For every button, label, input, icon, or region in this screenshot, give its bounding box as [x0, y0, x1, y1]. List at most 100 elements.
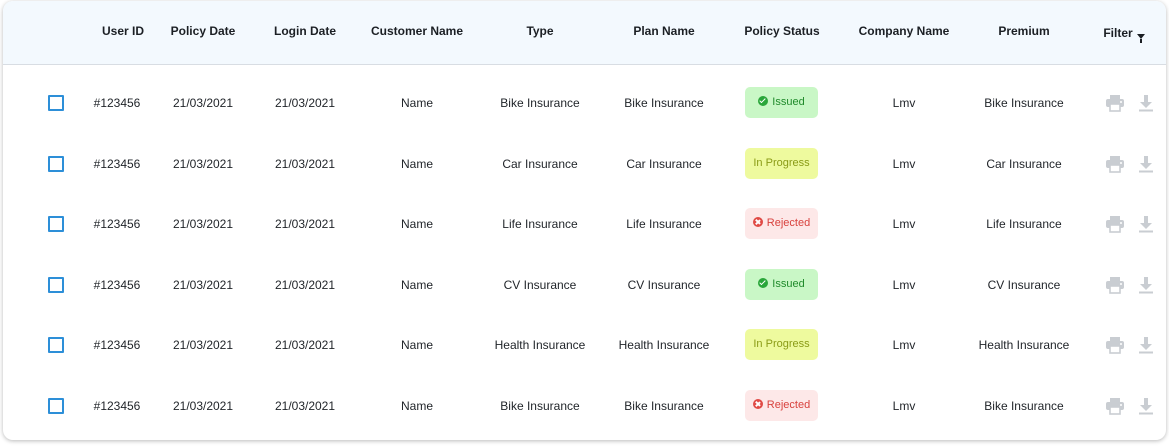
premium-cell: Health Insurance: [978, 338, 1070, 353]
type-cell: Car Insurance: [502, 156, 578, 171]
printer-icon[interactable]: [1103, 255, 1127, 315]
status-badge: Issued: [745, 268, 818, 300]
column-header-policy-status: Policy Status: [744, 24, 820, 38]
company-name-cell: Lmv: [892, 156, 916, 171]
status-badge: In Progress: [745, 147, 818, 179]
printer-icon[interactable]: [1103, 194, 1127, 254]
company-name-cell: Lmv: [892, 217, 916, 232]
column-header-user-id: User ID: [101, 24, 145, 38]
login-date-cell: 21/03/2021: [274, 96, 336, 110]
policy-date-cell: 21/03/2021: [172, 96, 234, 110]
login-date-cell: 21/03/2021: [274, 338, 336, 353]
download-icon[interactable]: [1135, 134, 1157, 194]
column-header-type: Type: [526, 24, 554, 38]
policy-date-cell: 21/03/2021: [172, 156, 234, 171]
user-id-cell: #123456: [93, 338, 141, 353]
login-date-cell: 21/03/2021: [274, 277, 336, 292]
table-row: #123456 21/03/2021 21/03/2021 Name Health In…: [3, 315, 1166, 375]
filter-funnel-icon: [1136, 34, 1145, 43]
column-header-company-name: Company Name: [858, 24, 950, 38]
customer-name-cell: Name: [400, 156, 433, 171]
customer-name-cell: Name: [400, 338, 433, 353]
premium-cell: CV Insurance: [987, 277, 1061, 292]
plan-name-cell: Car Insurance: [626, 156, 702, 171]
column-header-customer-name: Customer Name: [370, 24, 464, 38]
plan-name-cell: Bike Insurance: [624, 399, 704, 413]
status-label: Issued: [772, 96, 805, 108]
company-name-cell: Lmv: [892, 399, 916, 413]
table-header: User ID Policy Date Login Date Customer …: [3, 1, 1166, 65]
premium-cell: Bike Insurance: [984, 96, 1064, 110]
column-header-policy-date: Policy Date: [170, 24, 236, 38]
column-header-plan-name: Plan Name: [633, 24, 695, 38]
x-circle-icon: [752, 217, 763, 228]
row-checkbox[interactable]: [48, 398, 64, 414]
printer-icon[interactable]: [1103, 376, 1127, 436]
row-checkbox[interactable]: [48, 216, 64, 233]
user-id-cell: #123456: [93, 217, 141, 232]
user-id-cell: #123456: [93, 399, 141, 413]
login-date-cell: 21/03/2021: [274, 156, 336, 171]
download-icon[interactable]: [1135, 73, 1157, 133]
row-checkbox[interactable]: [48, 276, 64, 293]
download-icon[interactable]: [1135, 315, 1157, 375]
printer-icon[interactable]: [1103, 73, 1127, 133]
premium-cell: Life Insurance: [986, 217, 1062, 232]
printer-icon[interactable]: [1103, 315, 1127, 375]
user-id-cell: #123456: [93, 277, 141, 292]
company-name-cell: Lmv: [892, 277, 916, 292]
status-label: Rejected: [766, 399, 811, 411]
table-row: #123456 21/03/2021 21/03/2021 Name Car Insur…: [3, 134, 1166, 194]
plan-name-cell: CV Insurance: [627, 277, 701, 292]
row-checkbox[interactable]: [48, 337, 64, 354]
status-label: In Progress: [753, 338, 810, 351]
customer-name-cell: Name: [400, 399, 433, 413]
status-badge: Issued: [745, 87, 818, 118]
customer-name-cell: Name: [400, 96, 433, 110]
filter-button[interactable]: Filter: [1099, 1, 1149, 64]
table-row: #123456 21/03/2021 21/03/2021 Name Bike Insu…: [3, 73, 1166, 133]
policy-date-cell: 21/03/2021: [172, 277, 234, 292]
company-name-cell: Lmv: [892, 96, 916, 110]
company-name-cell: Lmv: [892, 338, 916, 353]
column-header-login-date: Login Date: [274, 24, 336, 38]
policy-date-cell: 21/03/2021: [172, 217, 234, 232]
customer-name-cell: Name: [400, 277, 433, 292]
status-badge: Rejected: [745, 390, 818, 421]
check-circle-icon: [758, 277, 769, 288]
table-row: #123456 21/03/2021 21/03/2021 Name Life Insu…: [3, 194, 1166, 254]
row-checkbox[interactable]: [48, 155, 64, 172]
policy-date-cell: 21/03/2021: [172, 399, 234, 413]
type-cell: Bike Insurance: [500, 96, 580, 110]
policy-date-cell: 21/03/2021: [172, 338, 234, 353]
column-header-premium: Premium: [998, 24, 1050, 38]
row-checkbox[interactable]: [48, 95, 64, 111]
status-badge: In Progress: [745, 329, 818, 361]
download-icon[interactable]: [1135, 194, 1157, 254]
plan-name-cell: Health Insurance: [618, 338, 710, 353]
premium-cell: Bike Insurance: [984, 399, 1064, 413]
status-badge: Rejected: [745, 208, 818, 240]
download-icon[interactable]: [1135, 255, 1157, 315]
plan-name-cell: Life Insurance: [626, 217, 702, 232]
status-label: Issued: [772, 277, 805, 290]
type-cell: Health Insurance: [494, 338, 586, 353]
policy-table: User ID Policy Date Login Date Customer …: [3, 1, 1166, 440]
x-circle-icon: [752, 399, 763, 409]
check-circle-icon: [758, 96, 769, 106]
login-date-cell: 21/03/2021: [274, 399, 336, 413]
filter-label: Filter: [1103, 26, 1133, 40]
status-label: Rejected: [766, 217, 811, 230]
plan-name-cell: Bike Insurance: [624, 96, 704, 110]
table-row: #123456 21/03/2021 21/03/2021 Name CV Insura…: [3, 255, 1166, 315]
user-id-cell: #123456: [93, 96, 141, 110]
user-id-cell: #123456: [93, 156, 141, 171]
login-date-cell: 21/03/2021: [274, 217, 336, 232]
printer-icon[interactable]: [1103, 134, 1127, 194]
download-icon[interactable]: [1135, 376, 1157, 436]
type-cell: CV Insurance: [503, 277, 577, 292]
status-label: In Progress: [753, 156, 810, 169]
type-cell: Life Insurance: [502, 217, 578, 232]
premium-cell: Car Insurance: [986, 156, 1062, 171]
type-cell: Bike Insurance: [500, 399, 580, 413]
